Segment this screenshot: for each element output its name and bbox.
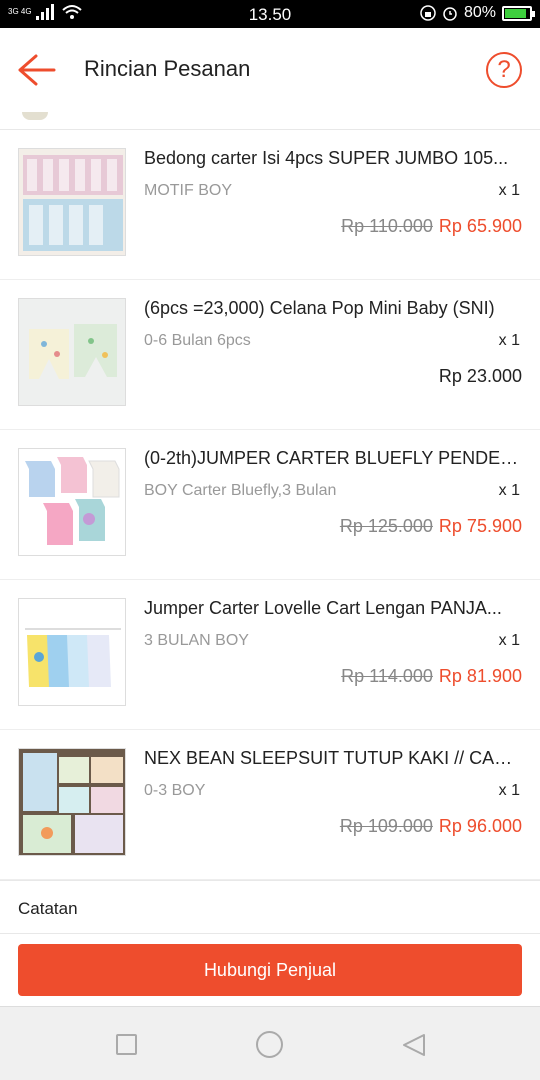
product-name: (0-2th)JUMPER CARTER BLUEFLY PENDEK ...	[144, 448, 520, 468]
product-variant: BOY Carter Bluefly,3 Bulan	[144, 482, 337, 499]
original-price: Rp 114.000	[341, 666, 433, 686]
product-thumbnail-partial	[22, 112, 48, 120]
notes-row[interactable]: Catatan	[0, 880, 540, 934]
price-block: Rp 109.000 Rp 96.000	[340, 816, 522, 837]
status-right: 80%	[420, 4, 535, 22]
help-icon[interactable]: ?	[486, 52, 522, 88]
order-item[interactable]: (6pcs =23,000) Celana Pop Mini Baby (SNI…	[0, 280, 540, 430]
product-image	[18, 448, 126, 556]
discounted-price: Rp 75.900	[438, 516, 522, 536]
page-title: Rincian Pesanan	[84, 56, 251, 81]
back-icon[interactable]	[400, 1031, 428, 1059]
recent-apps-icon[interactable]	[116, 1034, 137, 1055]
product-quantity: x 1	[498, 182, 520, 199]
original-price: Rp 125.000	[339, 516, 433, 536]
back-arrow-icon[interactable]	[16, 52, 56, 88]
discounted-price: Rp 96.000	[438, 816, 522, 836]
alarm-icon	[443, 7, 457, 21]
price-block: Rp 23.000	[439, 366, 522, 387]
battery-percent: 80%	[463, 4, 496, 21]
discounted-price: Rp 65.900	[438, 216, 522, 236]
price-block: Rp 110.000 Rp 65.900	[341, 216, 522, 237]
order-item[interactable]: NEX BEAN SLEEPSUIT TUTUP KAKI // CAR... …	[0, 730, 540, 880]
price-block: Rp 125.000 Rp 75.900	[340, 516, 522, 537]
order-item[interactable]: Bedong carter Isi 4pcs SUPER JUMBO 105..…	[0, 130, 540, 280]
product-quantity: x 1	[498, 482, 520, 499]
product-name: Jumper Carter Lovelle Cart Lengan PANJA.…	[144, 598, 502, 618]
product-name: (6pcs =23,000) Celana Pop Mini Baby (SNI…	[144, 298, 495, 318]
product-quantity: x 1	[498, 632, 520, 649]
product-variant: 0-6 Bulan 6pcs	[144, 332, 251, 349]
product-image	[18, 148, 126, 256]
order-item[interactable]: (0-2th)JUMPER CARTER BLUEFLY PENDEK ... …	[0, 430, 540, 580]
product-variant: 3 BULAN BOY	[144, 632, 249, 649]
contact-seller-button[interactable]: Hubungi Penjual	[18, 944, 522, 996]
product-variant: 0-3 BOY	[144, 782, 206, 799]
system-nav-bar	[0, 1006, 540, 1080]
product-name: NEX BEAN SLEEPSUIT TUTUP KAKI // CAR...	[144, 748, 520, 768]
status-bar: 3G 4G 13.50 80%	[0, 0, 540, 28]
app-header: Rincian Pesanan ?	[0, 28, 540, 112]
battery-icon	[502, 5, 535, 21]
original-price: Rp 110.000	[341, 216, 433, 236]
notes-label: Catatan	[18, 899, 78, 918]
product-quantity: x 1	[498, 332, 520, 349]
price-block: Rp 114.000 Rp 81.900	[341, 666, 522, 687]
discounted-price: Rp 81.900	[438, 666, 522, 686]
product-price: Rp 23.000	[438, 366, 522, 386]
product-name: Bedong carter Isi 4pcs SUPER JUMBO 105..…	[144, 148, 509, 168]
product-variant: MOTIF BOY	[144, 182, 232, 199]
lock-rotation-icon	[420, 5, 436, 21]
action-bar: Hubungi Penjual	[0, 934, 540, 1006]
product-quantity: x 1	[498, 782, 520, 799]
order-item[interactable]: Jumper Carter Lovelle Cart Lengan PANJA.…	[0, 580, 540, 730]
scrolled-item-remnant	[0, 112, 540, 130]
product-image	[18, 298, 126, 406]
original-price: Rp 109.000	[339, 816, 433, 836]
product-image	[18, 748, 126, 856]
product-image	[18, 598, 126, 706]
home-icon[interactable]	[256, 1031, 283, 1058]
order-items-list: Bedong carter Isi 4pcs SUPER JUMBO 105..…	[0, 130, 540, 880]
